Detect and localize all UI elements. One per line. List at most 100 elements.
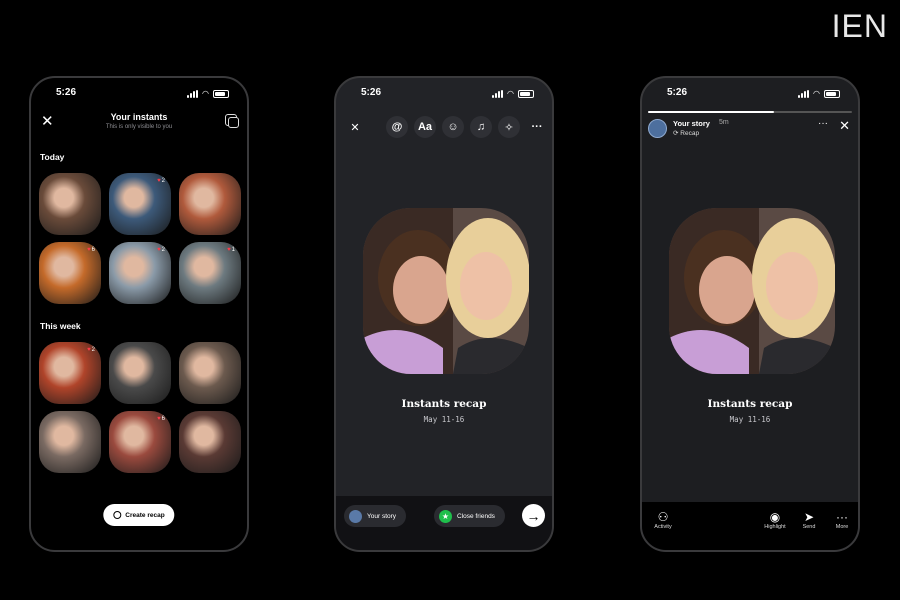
recap-photo-art (669, 208, 835, 374)
avatar (349, 509, 362, 523)
effects-icon[interactable]: ✧ (498, 116, 520, 138)
reaction-badge: ♥ 6 (157, 416, 165, 422)
editor-toolbar: ✕ @ Aa ☺ ♫ ✧ ··· (336, 112, 552, 140)
recap-date: May 11-16 (729, 415, 771, 424)
recap-icon (113, 511, 122, 519)
reaction-count: 2 (161, 247, 165, 253)
story-sub-label: Recap (680, 130, 700, 137)
battery-icon (824, 89, 840, 98)
more-icon: ··· (836, 510, 848, 524)
story-subtitle: ⟳ Recap (673, 130, 700, 137)
reaction-badge: ♥ 1 (227, 247, 235, 253)
week-grid: ♥ 2 ♥ 6 (39, 342, 242, 473)
reaction-count: 2 (91, 347, 95, 353)
send-icon: ➤ (803, 510, 815, 524)
create-recap-button[interactable]: Create recap (103, 504, 175, 526)
watermark-logo: IEN (831, 8, 888, 44)
recap-date: May 11-16 (423, 415, 465, 424)
recap-image (669, 208, 835, 374)
status-icons: ◠ (492, 89, 534, 98)
signal-icon (798, 89, 810, 98)
heart-icon: ♥ (87, 247, 91, 253)
status-icons: ◠ (187, 89, 229, 98)
page-subtitle: This is only visible to you (105, 124, 173, 130)
close-friends-button[interactable]: ★ Close friends (434, 505, 505, 527)
story-header: Your story 5m ⟳ Recap ··· ✕ (648, 118, 852, 142)
story-progress-fill (648, 111, 775, 113)
status-icons: ◠ (798, 89, 840, 98)
story-progress-bar (648, 111, 852, 113)
more-icon[interactable]: ··· (818, 118, 828, 129)
close-friends-label: Close friends (457, 512, 495, 520)
instant-tile[interactable]: ♥ 6 (109, 411, 171, 473)
instant-tile[interactable] (179, 173, 241, 235)
close-icon[interactable]: ✕ (839, 118, 850, 134)
share-bar: Your story ★ Close friends → (336, 496, 552, 550)
highlight-button[interactable]: ◉ Highlight (760, 510, 790, 530)
your-story-button[interactable]: Your story (344, 505, 407, 527)
recap-title: Instants recap (401, 398, 487, 410)
reaction-badge: ♥ 2 (87, 347, 95, 353)
story-time: 5m (719, 119, 729, 126)
page-title: Your instants (110, 112, 168, 122)
wifi-icon: ◠ (202, 89, 209, 98)
heart-icon: ♥ (157, 247, 161, 253)
highlight-label: Highlight (764, 524, 786, 530)
instant-tile[interactable]: ♥ 2 (109, 173, 171, 235)
recap-title: Instants recap (707, 398, 793, 410)
instant-tile[interactable]: ♥ 2 (109, 242, 171, 304)
more-button[interactable]: ··· More (827, 510, 857, 530)
reaction-count: 1 (231, 247, 235, 253)
battery-icon (518, 89, 534, 98)
battery-icon (213, 89, 229, 98)
phone-instants-grid: 5:26 ◠ ✕ Your instants This is only visi… (29, 76, 249, 552)
your-story-label: Your story (367, 512, 397, 520)
wifi-icon: ◠ (813, 89, 820, 98)
more-icon[interactable]: ··· (526, 116, 548, 138)
instant-tile[interactable] (39, 173, 101, 235)
wifi-icon: ◠ (507, 89, 514, 98)
signal-icon (187, 89, 199, 98)
activity-button[interactable]: ⚇ Activity (648, 510, 678, 530)
instant-tile[interactable] (179, 411, 241, 473)
status-time: 5:26 (56, 87, 77, 98)
send-label: Send (802, 524, 816, 530)
reaction-count: 6 (161, 416, 165, 422)
reaction-count: 2 (161, 178, 165, 184)
phone-recap-editor: 5:26 ◠ ✕ @ Aa ☺ ♫ ✧ ··· Instants recap M… (334, 76, 554, 552)
heart-icon: ♥ (157, 416, 161, 422)
send-button[interactable]: ➤ Send (794, 510, 824, 530)
highlight-icon: ◉ (769, 510, 781, 524)
status-time: 5:26 (667, 87, 688, 98)
heart-icon: ♥ (227, 247, 231, 253)
layers-icon[interactable] (225, 114, 239, 128)
story-name[interactable]: Your story (673, 119, 710, 128)
recap-photo-art (363, 208, 529, 374)
instant-tile[interactable] (179, 342, 241, 404)
status-bar: 5:26 ◠ (31, 87, 247, 101)
reaction-count: 6 (91, 247, 95, 253)
today-grid: ♥ 2 ♥ 6 ♥ 2 ♥ 1 (39, 173, 242, 304)
instant-tile[interactable]: ♥ 2 (39, 342, 101, 404)
avatar[interactable] (648, 119, 667, 138)
mention-icon[interactable]: @ (386, 116, 408, 138)
status-time: 5:26 (361, 87, 382, 98)
text-tool-button[interactable]: Aa (414, 116, 436, 138)
instant-tile[interactable]: ♥ 1 (179, 242, 241, 304)
reaction-badge: ♥ 2 (157, 247, 165, 253)
instant-tile[interactable] (109, 342, 171, 404)
music-icon[interactable]: ♫ (470, 116, 492, 138)
create-recap-label: Create recap (125, 511, 165, 519)
heart-icon: ♥ (157, 178, 161, 184)
star-icon: ★ (439, 509, 452, 523)
close-icon[interactable]: ✕ (344, 116, 366, 138)
arrow-right-icon[interactable]: → (522, 504, 545, 527)
sticker-icon[interactable]: ☺ (442, 116, 464, 138)
instant-tile[interactable] (39, 411, 101, 473)
instant-tile[interactable]: ♥ 6 (39, 242, 101, 304)
heart-icon: ♥ (87, 347, 91, 353)
activity-icon: ⚇ (657, 510, 669, 524)
section-this-week: This week (40, 321, 81, 331)
more-label: More (835, 524, 849, 530)
reaction-badge: ♥ 6 (87, 247, 95, 253)
